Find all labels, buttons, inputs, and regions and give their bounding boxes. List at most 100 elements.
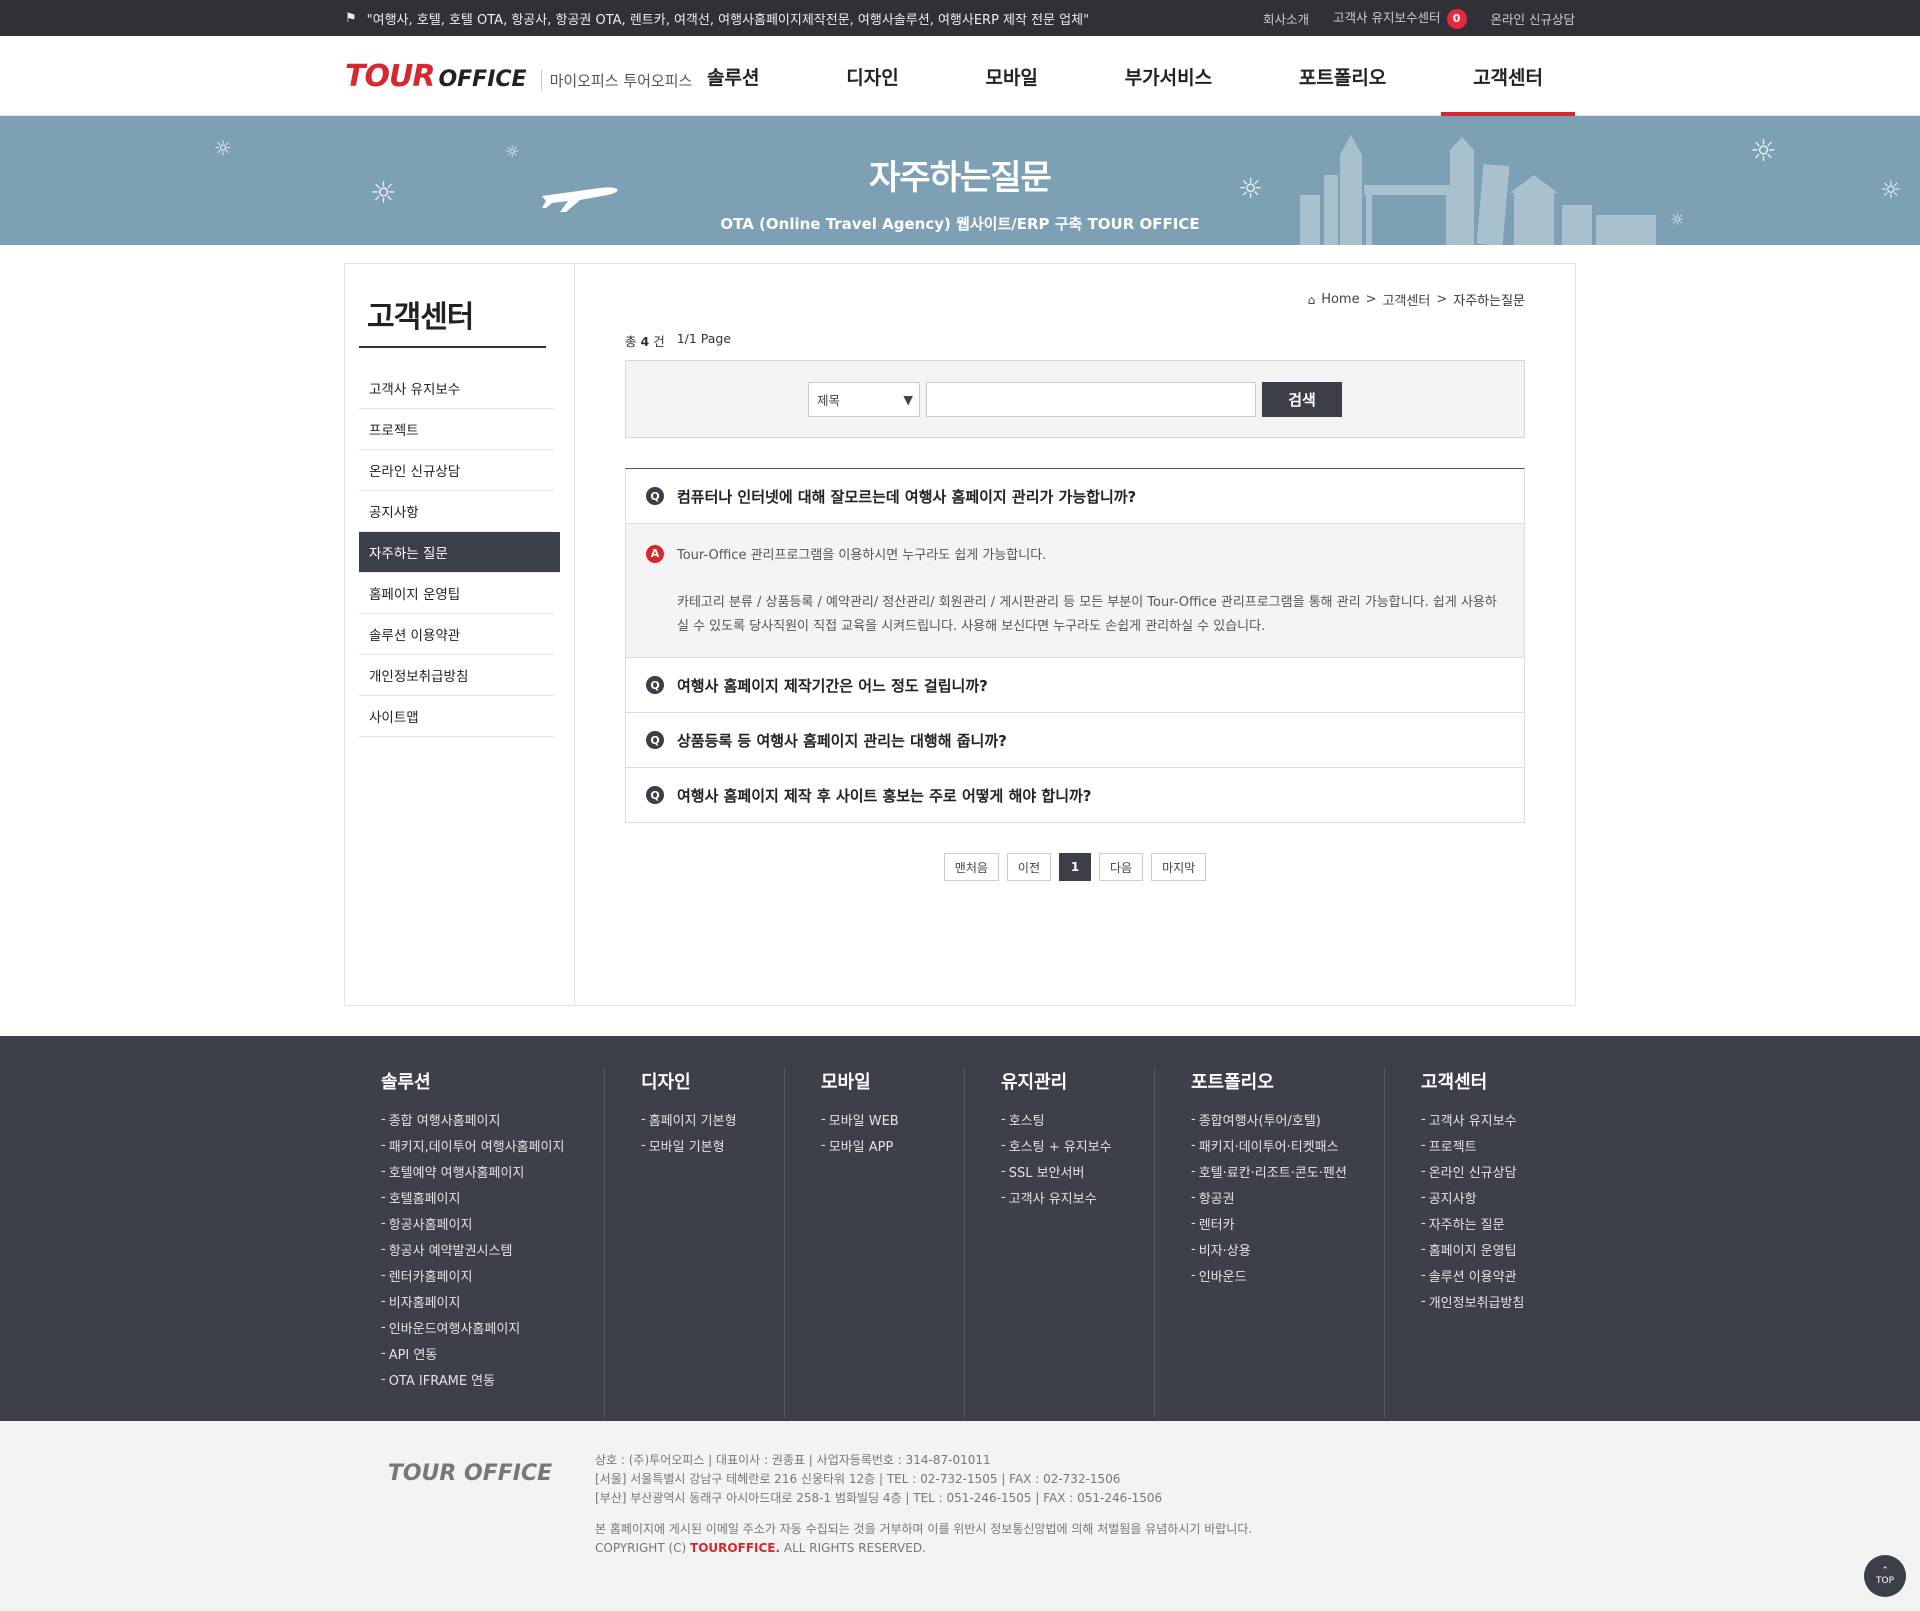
nav-mobile[interactable]: 모바일 xyxy=(953,36,1069,116)
footer-link[interactable]: 공지사항 xyxy=(1421,1184,1575,1210)
breadcrumb-current: 자주하는질문 xyxy=(1453,294,1525,309)
sidebar-item-notice[interactable]: 공지사항 xyxy=(359,491,554,532)
footer-col: 모바일모바일 WEB모바일 APP xyxy=(785,1068,965,1418)
sun-icon: ☼ xyxy=(1670,210,1685,229)
footer-col-list: 모바일 WEB모바일 APP xyxy=(821,1106,964,1158)
footer-col: 포트폴리오종합여행사(투어/호텔)패키지·데이투어·티켓패스호텔·료칸·리조트·… xyxy=(1155,1068,1385,1418)
footer-col-title[interactable]: 포트폴리오 xyxy=(1191,1068,1384,1094)
breadcrumb-home[interactable]: Home xyxy=(1321,292,1359,307)
nav-design[interactable]: 디자인 xyxy=(814,36,930,116)
footer-link[interactable]: 항공사 예약발권시스템 xyxy=(381,1236,604,1262)
faq-question-text: 상품등록 등 여행사 홈페이지 관리는 대행해 줍니까? xyxy=(677,731,1007,750)
nav-portfolio[interactable]: 포트폴리오 xyxy=(1267,36,1418,116)
link-maintenance-center[interactable]: 고객사 유지보수센터 0 xyxy=(1333,7,1467,29)
footer-link[interactable]: 호스팅 xyxy=(1001,1106,1154,1132)
footer-link[interactable]: 고객사 유지보수 xyxy=(1421,1106,1575,1132)
page-prev-button[interactable]: 이전 xyxy=(1006,853,1051,881)
footer-col: 유지관리호스팅호스팅 + 유지보수SSL 보안서버고객사 유지보수 xyxy=(965,1068,1155,1418)
footer-link[interactable]: 호텔·료칸·리조트·콘도·펜션 xyxy=(1191,1158,1384,1184)
page-last-button[interactable]: 마지막 xyxy=(1151,853,1207,881)
footer-link[interactable]: SSL 보안서버 xyxy=(1001,1158,1154,1184)
sidebar-item-consult[interactable]: 온라인 신규상담 xyxy=(359,450,554,491)
footer-link[interactable]: 항공권 xyxy=(1191,1184,1384,1210)
footer-link[interactable]: 패키지·데이투어·티켓패스 xyxy=(1191,1132,1384,1158)
footer-link[interactable]: 렌터카홈페이지 xyxy=(381,1262,604,1288)
sun-icon: ☼ xyxy=(1880,176,1902,204)
footer-link[interactable]: 비자·상용 xyxy=(1191,1236,1384,1262)
footer-col-list: 종합 여행사홈페이지패키지,데이투어 여행사홈페이지호텔예약 여행사홈페이지호텔… xyxy=(381,1106,604,1392)
sidebar-item-maintenance[interactable]: 고객사 유지보수 xyxy=(359,368,554,409)
footer-link[interactable]: 자주하는 질문 xyxy=(1421,1210,1575,1236)
search-field-select[interactable]: 제목 ▼ xyxy=(808,381,920,417)
question-icon: Q xyxy=(646,487,664,505)
footer-link[interactable]: 개인정보취급방침 xyxy=(1421,1288,1575,1314)
sidebar-item-privacy[interactable]: 개인정보취급방침 xyxy=(359,655,554,696)
sun-icon: ☼ xyxy=(505,142,520,161)
pagination: 맨처음 이전 1 다음 마지막 xyxy=(625,853,1525,881)
link-consult[interactable]: 온라인 신규상담 xyxy=(1491,9,1575,28)
notification-badge: 0 xyxy=(1446,8,1467,29)
sidebar-title: 고객센터 xyxy=(359,292,546,348)
footer-link[interactable]: 렌터카 xyxy=(1191,1210,1384,1236)
footer-logo-text: TOUR OFFICE xyxy=(387,1461,553,1486)
footer-link[interactable]: 호스팅 + 유지보수 xyxy=(1001,1132,1154,1158)
faq-question[interactable]: Q 컴퓨터나 인터넷에 대해 잘모르는데 여행사 홈페이지 관리가 가능합니까? xyxy=(626,469,1524,524)
footer-link[interactable]: 인바운드여행사홈페이지 xyxy=(381,1314,604,1340)
footer-link[interactable]: 고객사 유지보수 xyxy=(1001,1184,1154,1210)
post-count: 총 4 건 1/1 Page xyxy=(625,331,1525,350)
breadcrumb: ⌂ Home > 고객센터 > 자주하는질문 xyxy=(625,290,1525,309)
header: TOUR OFFICE 마이오피스 투어오피스 솔루션 디자인 모바일 부가서비… xyxy=(0,36,1920,116)
footer-link[interactable]: 홈페이지 운영팁 xyxy=(1421,1236,1575,1262)
nav-solution[interactable]: 솔루션 xyxy=(675,36,791,116)
footer-link[interactable]: 온라인 신규상담 xyxy=(1421,1158,1575,1184)
footer-link[interactable]: 모바일 기본형 xyxy=(641,1132,784,1158)
main-content: ⌂ Home > 고객센터 > 자주하는질문 총 4 건 1/1 Page 제목… xyxy=(575,264,1575,1005)
footer-link[interactable]: 패키지,데이투어 여행사홈페이지 xyxy=(381,1132,604,1158)
faq-question[interactable]: Q 여행사 홈페이지 제작기간은 어느 정도 걸립니까? xyxy=(626,658,1524,713)
footer-link[interactable]: 솔루션 이용약관 xyxy=(1421,1262,1575,1288)
nav-extra-service[interactable]: 부가서비스 xyxy=(1093,36,1244,116)
page-first-button[interactable]: 맨처음 xyxy=(943,853,999,881)
footer-link[interactable]: 항공사홈페이지 xyxy=(381,1210,604,1236)
footer-col-title[interactable]: 유지관리 xyxy=(1001,1068,1154,1094)
footer-col-title[interactable]: 솔루션 xyxy=(381,1068,604,1094)
footer-link[interactable]: 종합여행사(투어/호텔) xyxy=(1191,1106,1384,1132)
sidebar-item-tips[interactable]: 홈페이지 운영팁 xyxy=(359,573,554,614)
breadcrumb-section[interactable]: 고객센터 xyxy=(1382,290,1430,309)
link-company[interactable]: 회사소개 xyxy=(1263,9,1309,28)
main-nav: 솔루션 디자인 모바일 부가서비스 포트폴리오 고객센터 xyxy=(675,36,1575,116)
sidebar-item-project[interactable]: 프로젝트 xyxy=(359,409,554,450)
footer: TOUR OFFICE 상호 : (주)투어오피스 | 대표이사 : 권종표 |… xyxy=(0,1421,1920,1611)
content-area: 고객센터 고객사 유지보수 프로젝트 온라인 신규상담 공지사항 자주하는 질문… xyxy=(344,263,1576,1006)
footer-link[interactable]: 호텔예약 여행사홈페이지 xyxy=(381,1158,604,1184)
sidebar-item-terms[interactable]: 솔루션 이용약관 xyxy=(359,614,554,655)
faq-question[interactable]: Q 여행사 홈페이지 제작 후 사이트 홍보는 주로 어떻게 해야 합니까? xyxy=(626,768,1524,823)
nav-customer-center[interactable]: 고객센터 xyxy=(1441,36,1575,116)
answer-icon: A xyxy=(646,544,664,563)
footer-link[interactable]: OTA IFRAME 연동 xyxy=(381,1366,604,1392)
breadcrumb-separator: > xyxy=(1436,292,1448,307)
footer-col-title[interactable]: 디자인 xyxy=(641,1068,784,1094)
sidebar-item-sitemap[interactable]: 사이트맵 xyxy=(359,696,554,737)
footer-link[interactable]: 홈페이지 기본형 xyxy=(641,1106,784,1132)
question-icon: Q xyxy=(646,786,664,804)
site-logo[interactable]: TOUR OFFICE 마이오피스 투어오피스 xyxy=(345,59,725,94)
page-number-current[interactable]: 1 xyxy=(1059,853,1091,881)
footer-link[interactable]: 프로젝트 xyxy=(1421,1132,1575,1158)
footer-link[interactable]: 모바일 WEB xyxy=(821,1106,964,1132)
search-button[interactable]: 검색 xyxy=(1262,381,1342,417)
footer-link[interactable]: 모바일 APP xyxy=(821,1132,964,1158)
footer-col-title[interactable]: 고객센터 xyxy=(1421,1068,1575,1094)
faq-question[interactable]: Q 상품등록 등 여행사 홈페이지 관리는 대행해 줍니까? xyxy=(626,713,1524,768)
search-input[interactable] xyxy=(926,381,1256,417)
sidebar-item-faq[interactable]: 자주하는 질문 xyxy=(359,532,560,573)
footer-link[interactable]: 비자홈페이지 xyxy=(381,1288,604,1314)
footer-link[interactable]: 인바운드 xyxy=(1191,1262,1384,1288)
footer-link[interactable]: 종합 여행사홈페이지 xyxy=(381,1106,604,1132)
scroll-top-button[interactable]: ⌃ TOP xyxy=(1864,1555,1906,1597)
footer-link[interactable]: API 연동 xyxy=(381,1340,604,1366)
page-next-button[interactable]: 다음 xyxy=(1099,853,1144,881)
sun-icon: ☼ xyxy=(214,136,232,160)
footer-col-title[interactable]: 모바일 xyxy=(821,1068,964,1094)
footer-link[interactable]: 호텔홈페이지 xyxy=(381,1184,604,1210)
